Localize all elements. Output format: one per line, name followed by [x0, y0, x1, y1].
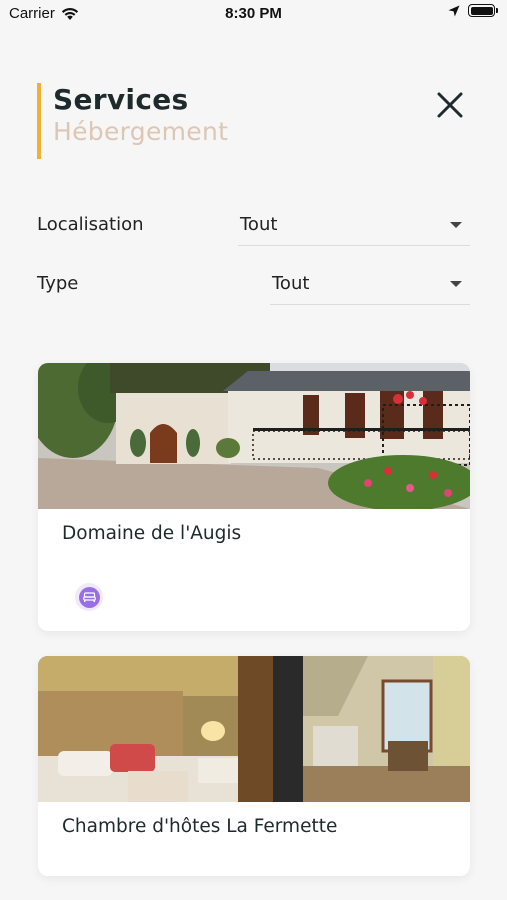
localisation-select-value: Tout [240, 214, 278, 235]
header-accent-bar [37, 83, 41, 159]
page-header: Services Hébergement [37, 83, 470, 161]
page-subtitle: Hébergement [53, 117, 229, 146]
chevron-down-icon [450, 222, 462, 228]
location-arrow-icon [448, 5, 460, 16]
battery-icon [468, 4, 498, 17]
listing-card[interactable]: Chambre d'hôtes La Fermette [38, 656, 470, 876]
type-select[interactable]: Tout [270, 265, 470, 305]
close-button[interactable] [434, 89, 466, 121]
status-right [448, 4, 498, 17]
chevron-down-icon [450, 281, 462, 287]
type-select-value: Tout [272, 273, 310, 294]
listing-title: Chambre d'hôtes La Fermette [62, 816, 338, 837]
listing-title: Domaine de l'Augis [62, 523, 242, 544]
page-title: Services [53, 83, 189, 116]
close-icon [437, 92, 463, 118]
amenity-badge [75, 583, 103, 611]
bed-icon [82, 592, 96, 602]
listing-photo [38, 363, 470, 509]
filter-localisation: Localisation Tout [37, 206, 470, 246]
filter-type: Type Tout [37, 265, 470, 305]
filter-localisation-label: Localisation [37, 214, 144, 235]
listing-card[interactable]: Domaine de l'Augis [38, 363, 470, 631]
status-bar: Carrier 8:30 PM [0, 0, 507, 28]
status-time: 8:30 PM [225, 5, 282, 22]
filter-type-label: Type [37, 273, 79, 294]
localisation-select[interactable]: Tout [238, 206, 470, 246]
listing-photo [38, 656, 470, 802]
